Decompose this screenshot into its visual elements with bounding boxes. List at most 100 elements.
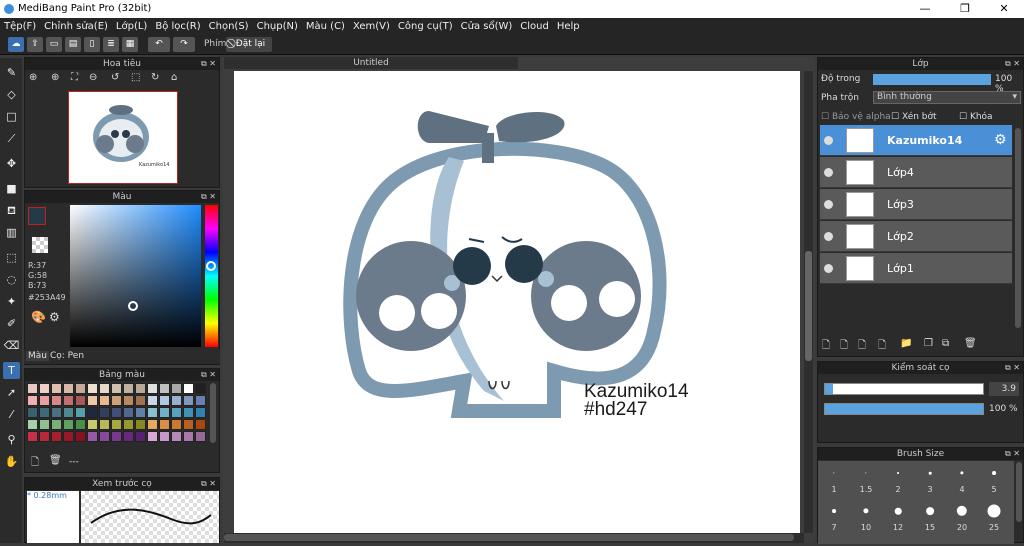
palette-swatch[interactable]	[63, 395, 74, 406]
palette-swatch[interactable]	[51, 431, 62, 442]
palette-swatch[interactable]	[135, 419, 146, 430]
hue-handle[interactable]	[206, 261, 216, 271]
menu-tools[interactable]: Công cụ(T)	[398, 21, 453, 32]
tab-color[interactable]: Màu	[26, 351, 49, 361]
palette-swatch[interactable]	[99, 383, 110, 394]
palette-swatch[interactable]	[147, 419, 158, 430]
palette-swatch[interactable]	[39, 395, 50, 406]
brush-size-option[interactable]: 5	[979, 461, 1009, 497]
maximize-icon[interactable]: ❐	[955, 2, 975, 15]
brush-size-option[interactable]: 2	[883, 461, 913, 497]
canvas-tab[interactable]: Untitled	[224, 57, 518, 69]
palette-swatch[interactable]	[183, 395, 194, 406]
palette-swatch[interactable]	[111, 419, 122, 430]
layer-row[interactable]: Lớp4	[820, 157, 1012, 188]
palette-swatch[interactable]	[195, 419, 206, 430]
menu-file[interactable]: Tệp(F)	[4, 21, 36, 32]
cloud-icon[interactable]: ☁	[8, 37, 24, 52]
secondary-color-swatch[interactable]	[32, 237, 48, 253]
flip-icon[interactable]: ⬚	[131, 72, 140, 83]
tab-brush[interactable]: Cọ: Pen	[50, 351, 84, 361]
opacity-slider[interactable]	[873, 74, 991, 85]
palette-swatch[interactable]	[159, 431, 170, 442]
palette-swatch[interactable]	[27, 395, 38, 406]
hscroll-thumb[interactable]	[224, 534, 794, 541]
palette-swatch[interactable]	[39, 407, 50, 418]
zoom-out-icon[interactable]: ⊖	[89, 72, 97, 83]
gear-icon[interactable]: ⚙	[994, 132, 1007, 148]
delete-layer-icon[interactable]: 🗑	[964, 338, 977, 349]
brush-opacity-slider[interactable]	[824, 403, 984, 415]
palette-swatch[interactable]	[99, 395, 110, 406]
fill-shape-tool-icon[interactable]: ■	[3, 180, 20, 197]
hand-tool-icon[interactable]: ✋	[3, 453, 20, 470]
line-tool-icon[interactable]: ⟋	[3, 130, 20, 147]
panel-close-icon[interactable]: ⧉ ✕	[1005, 448, 1020, 460]
magic-wand-tool-icon[interactable]: ✦	[3, 293, 20, 310]
palette-swatch[interactable]	[123, 419, 134, 430]
palette-swatch[interactable]	[75, 407, 86, 418]
menu-filter[interactable]: Bộ lọc(R)	[155, 21, 200, 32]
add-layer-menu-icon[interactable]: 🗋	[878, 338, 886, 355]
brush-size-option[interactable]: 4	[947, 461, 977, 497]
panel-close-icon[interactable]: ⧉ ✕	[201, 478, 216, 490]
palette-swatch[interactable]	[63, 431, 74, 442]
panel-close-icon[interactable]: ⧉ ✕	[201, 58, 216, 70]
brush-size-input[interactable]: 3.9	[989, 382, 1019, 396]
palette-swatch[interactable]	[171, 431, 182, 442]
palette-swatch[interactable]	[159, 395, 170, 406]
palette-swatch[interactable]	[171, 383, 182, 394]
palette-swatch[interactable]	[147, 407, 158, 418]
zoom-in-icon[interactable]: ⊕	[29, 72, 37, 83]
palette-swatch[interactable]	[123, 383, 134, 394]
palette-swatch[interactable]	[27, 383, 38, 394]
bucket-tool-icon[interactable]: ⛾	[3, 202, 20, 219]
reset-button[interactable]: ⃠ Đặt lại	[226, 37, 272, 52]
palette-swatch[interactable]	[183, 383, 194, 394]
folder-icon[interactable]: 📁	[900, 338, 912, 349]
menu-capture[interactable]: Chụp(N)	[257, 21, 298, 32]
move-tool-icon[interactable]: ✥	[3, 155, 20, 172]
select-pen-tool-icon[interactable]: ✐	[3, 315, 20, 332]
palette-swatch[interactable]	[147, 395, 158, 406]
color-picker-icon[interactable]: 🎨	[31, 310, 46, 324]
layer-scrollbar[interactable]	[1015, 128, 1021, 328]
palette-swatch[interactable]	[195, 431, 206, 442]
lock-checkbox[interactable]: ☐ Khóa	[959, 112, 993, 122]
menu-edit[interactable]: Chỉnh sửa(E)	[44, 21, 108, 32]
clipping-checkbox[interactable]: ☐ Xén bớt	[891, 112, 937, 122]
palette-swatch[interactable]	[87, 407, 98, 418]
palette-swatch[interactable]	[147, 431, 158, 442]
share-icon[interactable]: ⇪	[27, 37, 43, 52]
menu-help[interactable]: Help	[557, 21, 580, 32]
menu-window[interactable]: Cửa sổ(W)	[461, 21, 513, 32]
panel-close-icon[interactable]: ⧉ ✕	[1005, 58, 1020, 70]
panel-close-icon[interactable]: ⧉ ✕	[1005, 362, 1020, 374]
palette-swatch[interactable]	[135, 407, 146, 418]
palette-swatch[interactable]	[87, 395, 98, 406]
operation-tool-icon[interactable]: ➚	[3, 384, 20, 401]
visibility-icon[interactable]	[824, 200, 833, 209]
panel-close-icon[interactable]: ⧉ ✕	[201, 369, 216, 381]
fit-icon[interactable]: ⛶	[71, 72, 78, 83]
palette-swatch[interactable]	[111, 407, 122, 418]
palette-swatch[interactable]	[75, 395, 86, 406]
palette-swatch[interactable]	[27, 407, 38, 418]
palette-swatch[interactable]	[135, 395, 146, 406]
brush-size-option[interactable]: 12	[883, 499, 913, 535]
select-eraser-tool-icon[interactable]: ⌫	[3, 337, 20, 354]
rotate-right-icon[interactable]: ↻	[151, 72, 159, 83]
color-settings-icon[interactable]: ⚙	[49, 310, 60, 324]
palette-swatch[interactable]	[123, 431, 134, 442]
canvas-hscrollbar[interactable]	[224, 533, 804, 543]
visibility-icon[interactable]	[824, 136, 833, 145]
palette-swatch[interactable]	[75, 431, 86, 442]
palette-swatch[interactable]	[87, 419, 98, 430]
palette-swatch[interactable]	[27, 419, 38, 430]
palette-swatch[interactable]	[63, 407, 74, 418]
palette-scrollbar[interactable]	[210, 383, 216, 443]
minimize-icon[interactable]: —	[915, 2, 935, 15]
duplicate-layer-icon[interactable]: ❐	[924, 338, 933, 349]
list-icon[interactable]: ≣	[103, 37, 119, 52]
palette-swatch[interactable]	[195, 407, 206, 418]
